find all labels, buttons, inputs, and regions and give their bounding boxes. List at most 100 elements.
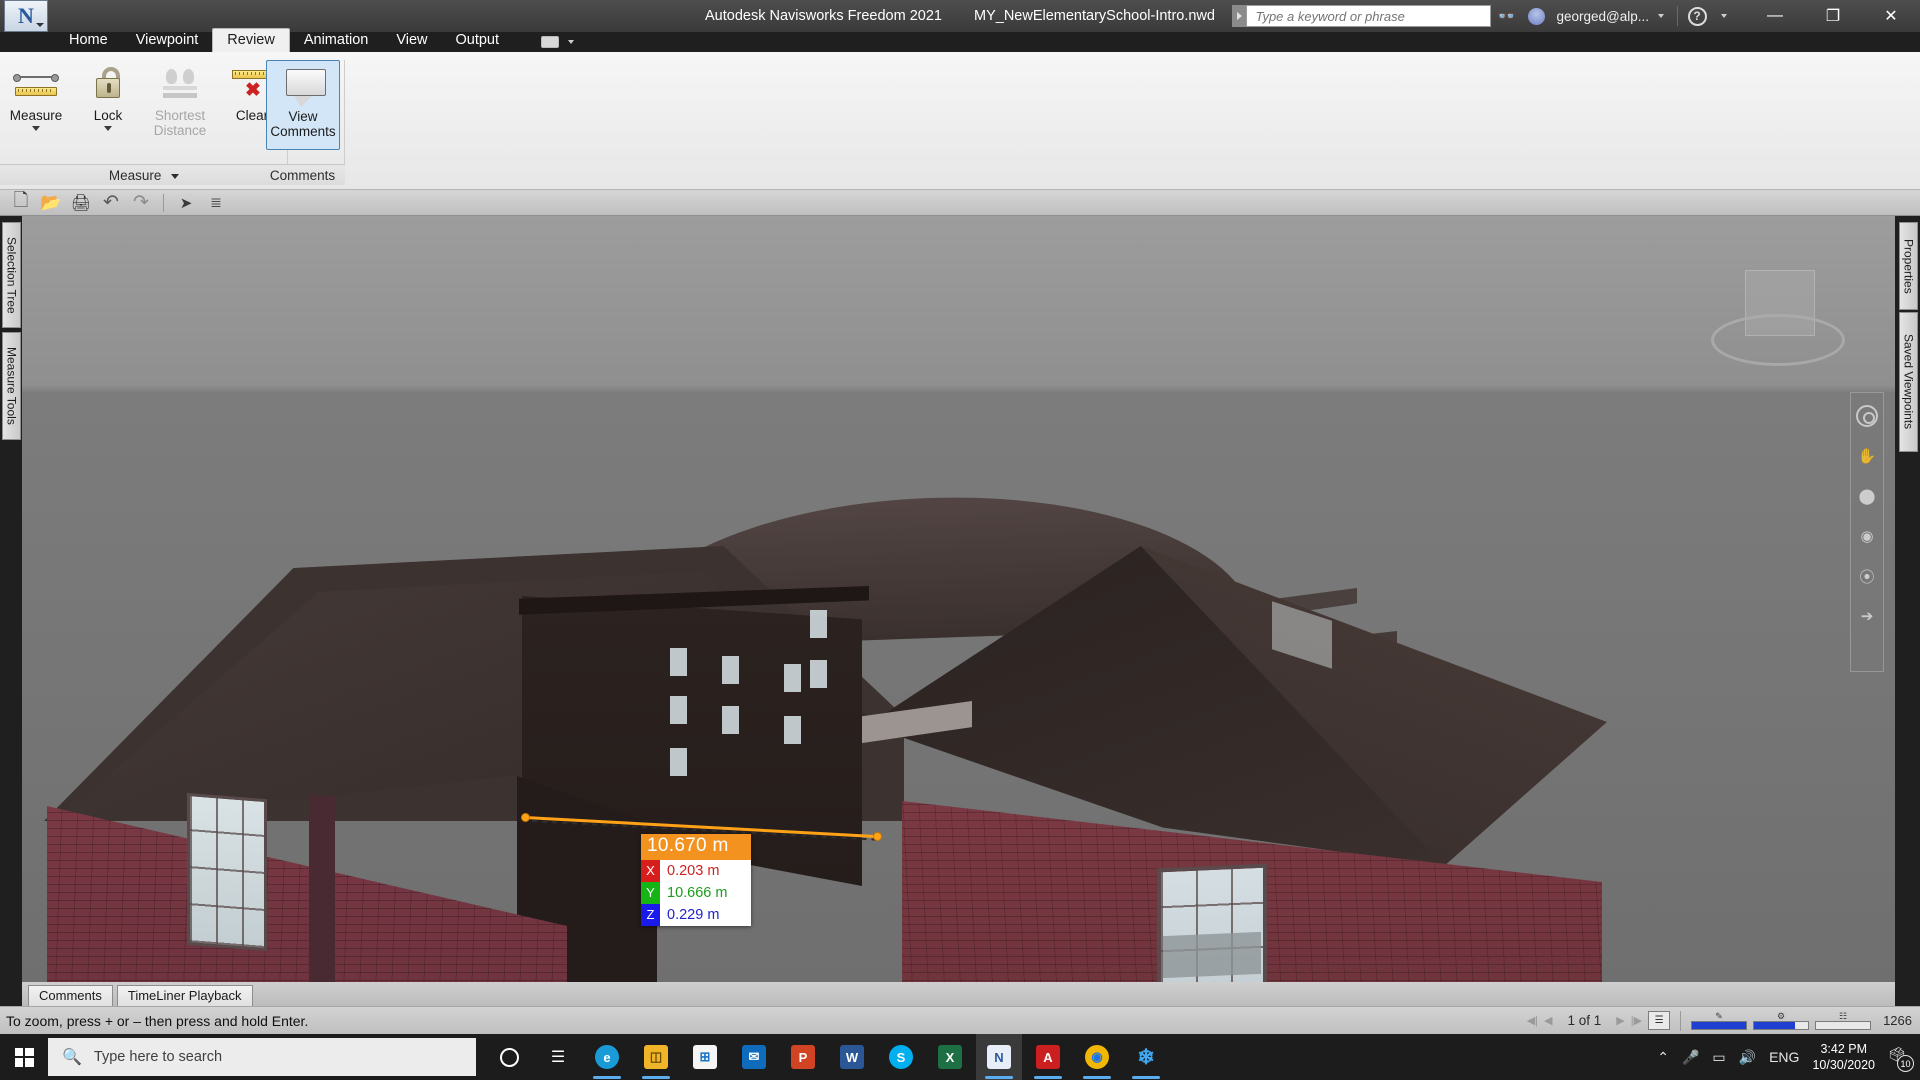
microphone-icon[interactable]: 🎤 [1682, 1049, 1699, 1066]
measure-button[interactable]: Measure [0, 60, 72, 131]
print-icon[interactable]: 🖨 [66, 191, 96, 215]
steering-wheel-icon[interactable] [1854, 403, 1880, 429]
3d-viewport[interactable]: 10.670 m X 0.203 m Y 10.666 m Z 0.229 m … [22, 216, 1895, 982]
search-binoculars-icon[interactable]: 👓 [1491, 0, 1521, 32]
application-menu-button[interactable]: N [4, 0, 48, 32]
tab-review[interactable]: Review [212, 28, 290, 52]
tab-timeliner-playback[interactable]: TimeLiner Playback [116, 985, 253, 1006]
first-page-icon[interactable]: ◀| [1527, 1014, 1538, 1027]
sidebar-item-properties[interactable]: Properties [1899, 222, 1918, 310]
measurement-row-y: Y 10.666 m [641, 882, 751, 904]
memory-value: 1266 [1883, 1013, 1912, 1028]
new-document-icon[interactable]: 🗋 [6, 190, 36, 215]
clock-date: 10/30/2020 [1812, 1058, 1875, 1072]
volume-icon[interactable]: 🔊 [1739, 1049, 1756, 1066]
notification-center-icon[interactable]: 🗳 10 [1888, 1046, 1914, 1072]
look-around-icon[interactable]: ⦿ [1854, 563, 1880, 589]
tab-comments[interactable]: Comments [28, 985, 113, 1006]
chevron-down-icon [36, 23, 44, 27]
taskbar-cortana[interactable] [486, 1034, 532, 1080]
open-folder-icon[interactable]: 📂 [36, 191, 66, 215]
ribbon-display-options[interactable] [537, 32, 587, 52]
start-button[interactable] [0, 1034, 48, 1080]
model-window [784, 664, 801, 692]
taskbar-excel[interactable]: X [927, 1034, 973, 1080]
ribbon-display-chevron-down-icon[interactable] [568, 40, 575, 44]
infocenter-search[interactable] [1246, 5, 1492, 27]
lock-button[interactable]: Lock [72, 60, 144, 131]
taskbar-microsoft-store[interactable]: ⊞ [682, 1034, 728, 1080]
taskbar-snowflake-app[interactable]: ❄ [1123, 1034, 1169, 1080]
account-name[interactable]: georged@alp... [1556, 9, 1649, 24]
view-cube-compass-ring[interactable] [1711, 314, 1845, 366]
quick-access-toolbar: 🗋 📂 🖨 ↶ ↷ ➤ ≣ [0, 190, 1920, 216]
sheet-browser-icon[interactable]: ☰ [1648, 1011, 1671, 1030]
tray-chevron-up-icon[interactable]: ⌃ [1657, 1049, 1669, 1066]
tab-home[interactable]: Home [55, 29, 122, 52]
tab-output[interactable]: Output [442, 29, 514, 52]
sidebar-item-measure-tools[interactable]: Measure Tools [2, 332, 21, 440]
search-expand-icon[interactable] [1232, 5, 1247, 27]
taskbar-search-box[interactable]: 🔍 Type here to search [48, 1038, 476, 1076]
taskbar-navisworks[interactable]: N [976, 1034, 1022, 1080]
taskbar-word[interactable]: W [829, 1034, 875, 1080]
lock-dropdown-icon[interactable] [104, 126, 112, 131]
view-cube[interactable] [1703, 254, 1853, 374]
measurement-end-point[interactable] [873, 832, 882, 841]
tab-animation[interactable]: Animation [290, 29, 382, 52]
web-progress: ☷ [1815, 1010, 1872, 1030]
system-tray: ⌃ 🎤 ▭ 🔊 ENG 3:42 PM 10/30/2020 🗳 10 [1657, 1041, 1920, 1073]
next-page-icon[interactable]: ▶ [1616, 1014, 1624, 1027]
taskbar-skype[interactable]: S [878, 1034, 924, 1080]
select-all-icon[interactable]: ≣ [201, 191, 231, 215]
ribbon-panel-area: Measure Lock Shortest Distance ✖ Clear M… [0, 52, 1920, 190]
taskbar-task-view[interactable]: ☰ [535, 1034, 581, 1080]
taskbar-google-chrome[interactable]: ◉ [1074, 1034, 1120, 1080]
pencil-progress: ✎ [1691, 1011, 1748, 1030]
undo-icon[interactable]: ↶ [96, 191, 126, 215]
help-button[interactable]: ? [1682, 0, 1712, 32]
pan-hand-icon[interactable]: ✋ [1854, 443, 1880, 469]
sidebar-item-selection-tree[interactable]: Selection Tree [2, 222, 21, 328]
sidebar-item-saved-viewpoints[interactable]: Saved Viewpoints [1899, 312, 1918, 452]
select-cursor-icon[interactable]: ➤ [171, 191, 201, 215]
measure-panel-chevron-down-icon[interactable] [171, 173, 180, 179]
status-bar: To zoom, press + or – then press and hol… [0, 1006, 1920, 1034]
account-chevron-down-icon[interactable] [1658, 14, 1664, 18]
network-icon[interactable]: ▭ [1712, 1049, 1725, 1066]
measurement-start-point[interactable] [521, 813, 530, 822]
search-icon: 🔍 [62, 1049, 82, 1066]
web-server-icon: ☷ [1839, 1010, 1848, 1021]
model-window [810, 660, 827, 688]
view-comments-button[interactable]: View Comments [266, 60, 340, 150]
close-button[interactable]: ✕ [1862, 0, 1920, 32]
notification-badge: 10 [1897, 1055, 1914, 1072]
tab-view[interactable]: View [382, 29, 441, 52]
model-window [810, 610, 827, 638]
minimize-button[interactable]: — [1746, 0, 1804, 32]
clock[interactable]: 3:42 PM 10/30/2020 [1812, 1041, 1875, 1073]
previous-page-icon[interactable]: ◀ [1544, 1014, 1552, 1027]
user-avatar-icon[interactable] [1521, 0, 1551, 32]
tab-viewpoint[interactable]: Viewpoint [122, 29, 213, 52]
status-hint-text: To zoom, press + or – then press and hol… [6, 1012, 309, 1029]
axis-label-z: Z [641, 904, 660, 926]
help-chevron-down-icon[interactable] [1721, 14, 1727, 18]
application-title: Autodesk Navisworks Freedom 2021 [705, 8, 942, 24]
taskbar-powerpoint[interactable]: P [780, 1034, 826, 1080]
taskbar-mail[interactable]: ✉ [731, 1034, 777, 1080]
comments-panel-title: Comments [260, 164, 345, 185]
taskbar-file-explorer[interactable]: ◫ [633, 1034, 679, 1080]
language-indicator[interactable]: ENG [1769, 1049, 1799, 1065]
zoom-icon[interactable]: ⬤ [1854, 483, 1880, 509]
taskbar-microsoft-edge[interactable]: e [584, 1034, 630, 1080]
redo-icon[interactable]: ↷ [126, 191, 156, 215]
orbit-icon[interactable]: ◉ [1854, 523, 1880, 549]
select-arrow-icon[interactable]: ➔ [1854, 603, 1880, 629]
search-input[interactable] [1255, 8, 1491, 24]
model-window [670, 748, 687, 776]
taskbar-adobe-acrobat[interactable]: A [1025, 1034, 1071, 1080]
last-page-icon[interactable]: |▶ [1631, 1014, 1642, 1027]
maximize-button[interactable]: ❐ [1804, 0, 1862, 32]
measure-dropdown-icon[interactable] [32, 126, 40, 131]
